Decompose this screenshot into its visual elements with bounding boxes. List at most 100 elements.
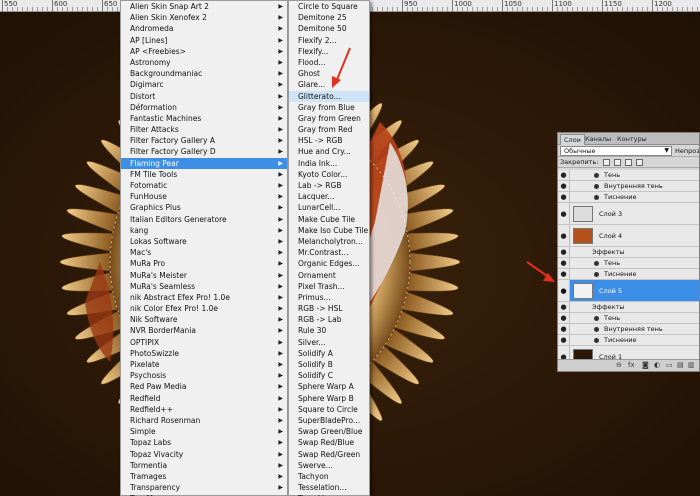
mask-icon[interactable]: ◙ [642, 361, 649, 369]
menu-item[interactable]: FunHouse ▶ [121, 191, 287, 202]
eye-icon[interactable]: ● [558, 335, 570, 345]
menu-item[interactable]: Simple ▶ [121, 426, 287, 437]
blend-mode-select[interactable]: Обычные ▼ [560, 146, 672, 156]
menu-item[interactable]: Andromeda ▶ [121, 23, 287, 34]
link-icon[interactable]: ⊖ [616, 361, 622, 369]
menu-item[interactable]: Swerve... [289, 460, 369, 471]
menu-item[interactable]: Solidify B [289, 359, 369, 370]
menu-item[interactable]: Richard Rosenman ▶ [121, 415, 287, 426]
menu-item[interactable]: Transparency ▶ [121, 482, 287, 493]
menu-item[interactable]: LunarCell... [289, 202, 369, 213]
eye-icon[interactable]: ● [558, 247, 570, 257]
menu-item[interactable]: HSL -> RGB [289, 135, 369, 146]
menu-item[interactable]: NVR BorderMania ▶ [121, 325, 287, 336]
effect-row[interactable]: ● Тиснение [558, 192, 699, 203]
menu-item[interactable]: Psychosis ▶ [121, 370, 287, 381]
menu-item[interactable]: Lacquer... [289, 191, 369, 202]
eye-icon[interactable]: ● [558, 192, 570, 202]
group-icon[interactable]: ▭ [666, 361, 673, 369]
new-layer-icon[interactable]: ▤ [677, 361, 684, 369]
menu-item[interactable]: Hue and Cry... [289, 146, 369, 157]
effects-row[interactable]: ● Эффекты [558, 247, 699, 258]
menu-item[interactable]: Flexify... [289, 46, 369, 57]
menu-item[interactable]: Astronomy ▶ [121, 57, 287, 68]
eye-icon[interactable]: ● [558, 258, 570, 268]
menu-item[interactable]: Ornament [289, 270, 369, 281]
effect-row[interactable]: ● Тиснение [558, 335, 699, 346]
menu-item[interactable]: nik Color Efex Pro! 1.0e ▶ [121, 303, 287, 314]
menu-item[interactable]: Rule 30 [289, 325, 369, 336]
menu-item[interactable]: Make Iso Cube Tile [289, 225, 369, 236]
menu-item[interactable]: RGB -> Lab [289, 314, 369, 325]
effects-row[interactable]: ● Эффекты [558, 302, 699, 313]
menu-item[interactable]: Alien Skin Xenofex 2 ▶ [121, 12, 287, 23]
fx-icon[interactable]: fx [628, 361, 635, 369]
menu-item[interactable]: Mac's ▶ [121, 247, 287, 258]
menu-item[interactable]: SuperBladePro... [289, 415, 369, 426]
menu-item[interactable]: Alien Skin Snap Art 2 ▶ [121, 1, 287, 12]
effect-row[interactable]: ● Тень [558, 258, 699, 269]
menu-item[interactable]: FM Tile Tools ▶ [121, 169, 287, 180]
menu-item[interactable]: Backgroundmaniac ▶ [121, 68, 287, 79]
menu-item[interactable]: Organic Edges... [289, 258, 369, 269]
menu-item[interactable]: Swap Red/Green [289, 449, 369, 460]
eye-icon[interactable]: ● [558, 269, 570, 279]
menu-item[interactable]: Pixel Trash... [289, 281, 369, 292]
menu-item[interactable]: MuRa's Seamless ▶ [121, 281, 287, 292]
menu-item[interactable]: Circle to Square [289, 1, 369, 12]
menu-item[interactable]: Topaz Labs ▶ [121, 437, 287, 448]
menu-item[interactable]: Filter Factory Gallery D ▶ [121, 146, 287, 157]
menu-item[interactable]: Melancholytron... [289, 236, 369, 247]
menu-item[interactable]: Italian Editors Generatore ▶ [121, 214, 287, 225]
menu-item[interactable]: Flexify 2... [289, 35, 369, 46]
menu-item[interactable]: Lab -> RGB [289, 180, 369, 191]
menu-item[interactable]: Lokas Software ▶ [121, 236, 287, 247]
menu-item[interactable]: Demitone 50 [289, 23, 369, 34]
menu-item[interactable]: Make Cube Tile [289, 214, 369, 225]
menu-item[interactable]: Tramages ▶ [121, 471, 287, 482]
menu-item[interactable]: Graphics Plus ▶ [121, 202, 287, 213]
layer-row[interactable]: ● Слой 3 [558, 203, 699, 225]
tab-paths[interactable]: Контуры [614, 134, 650, 145]
menu-item[interactable]: AP <Freebies> ▶ [121, 46, 287, 57]
tab-channels[interactable]: Каналы [582, 134, 614, 145]
menu-item[interactable]: Tachyon [289, 471, 369, 482]
lock-transparency-icon[interactable] [602, 158, 610, 166]
eye-icon[interactable]: ● [558, 170, 570, 180]
lock-all-icon[interactable] [635, 158, 643, 166]
menu-item[interactable]: Glare... [289, 79, 369, 90]
menu-item[interactable]: Filter Attacks ▶ [121, 124, 287, 135]
menu-item[interactable]: Flood... [289, 57, 369, 68]
adjustment-icon[interactable]: ◐ [654, 361, 660, 369]
menu-item[interactable]: Solidify A [289, 348, 369, 359]
menu-item[interactable]: Distort ▶ [121, 91, 287, 102]
menu-item[interactable]: RGB -> HSL [289, 303, 369, 314]
menu-item[interactable]: Pixelate ▶ [121, 359, 287, 370]
menu-item[interactable]: Demitone 25 [289, 12, 369, 23]
menu-item[interactable]: Swap Green/Blue [289, 426, 369, 437]
menu-item[interactable]: Filter Factory Gallery A ▶ [121, 135, 287, 146]
menu-item[interactable]: Primus... [289, 292, 369, 303]
menu-item[interactable]: Fotomatic ▶ [121, 180, 287, 191]
menu-item[interactable]: PhotoSwizzle ▶ [121, 348, 287, 359]
effect-row[interactable]: ● Тень [558, 313, 699, 324]
eye-icon[interactable]: ● [558, 280, 570, 301]
menu-item[interactable]: Swap Red/Blue [289, 437, 369, 448]
effect-row[interactable]: ● Внутренняя тень [558, 181, 699, 192]
menu-item[interactable]: Mr.Contrast... [289, 247, 369, 258]
menu-item[interactable]: Tesselation... [289, 482, 369, 493]
menu-item[interactable]: Sphere Warp B [289, 393, 369, 404]
menu-item[interactable]: Glitterato... [289, 90, 369, 102]
menu-item[interactable]: Silver... [289, 337, 369, 348]
menu-item[interactable]: kang ▶ [121, 225, 287, 236]
menu-item[interactable]: Redfield++ ▶ [121, 404, 287, 415]
eye-icon[interactable]: ● [558, 181, 570, 191]
effect-row[interactable]: ● Тень [558, 170, 699, 181]
menu-item[interactable]: Square to Circle [289, 404, 369, 415]
menu-item[interactable]: Gray from Green [289, 113, 369, 124]
trash-icon[interactable]: ▥ [688, 361, 695, 369]
menu-item[interactable]: Gray from Red [289, 124, 369, 135]
effect-row[interactable]: ● Тиснение [558, 269, 699, 280]
layer-row[interactable]: ● Слой 4 [558, 225, 699, 247]
eye-icon[interactable]: ● [558, 313, 570, 323]
